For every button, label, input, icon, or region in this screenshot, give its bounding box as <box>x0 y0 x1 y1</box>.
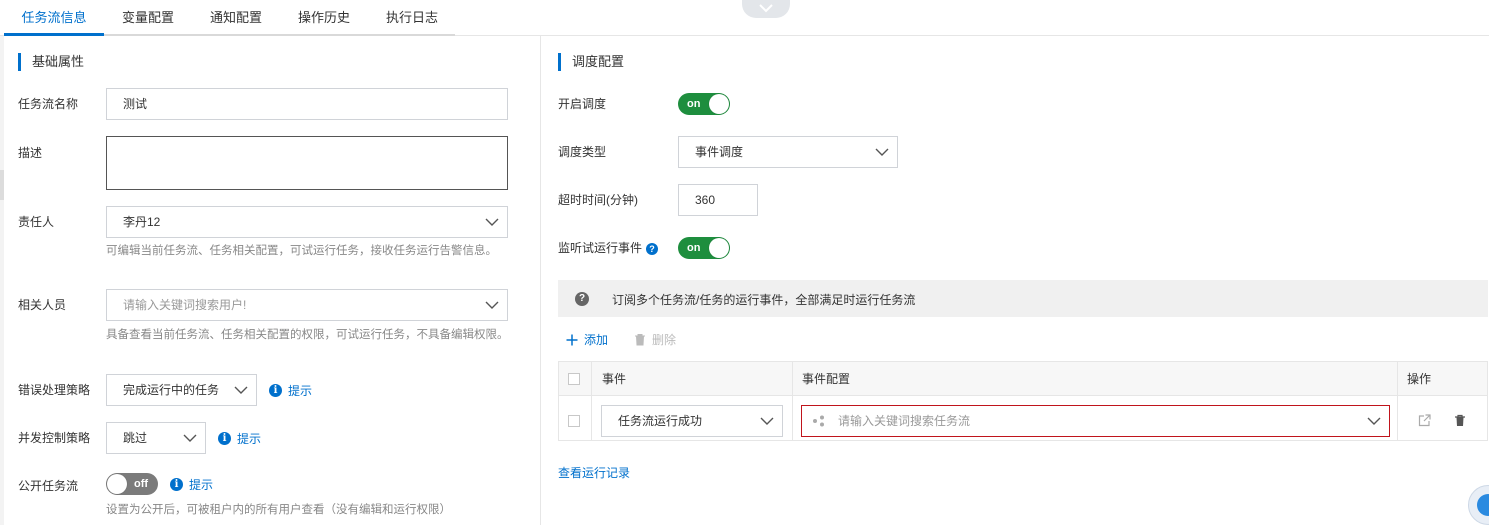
question-icon: ? <box>575 292 589 306</box>
listen-test-run-label: 监听试运行事件? <box>558 240 659 256</box>
description-label: 描述 <box>18 146 43 160</box>
public-hint: 设置为公开后，可被租户内的所有用户查看（没有编辑和运行权限） <box>106 504 451 516</box>
enable-schedule-label: 开启调度 <box>558 97 607 111</box>
name-input[interactable]: 测试 <box>106 88 508 120</box>
chevron-down-icon <box>760 417 774 425</box>
tab-variables[interactable]: 变量配置 <box>104 0 192 36</box>
timeout-input[interactable]: 360 <box>678 184 758 216</box>
add-button[interactable]: 添加 <box>566 331 608 348</box>
assistant-icon <box>1477 494 1489 516</box>
toggle-state: off <box>134 478 149 490</box>
chevron-down-icon <box>1367 417 1381 425</box>
owner-value: 李丹12 <box>123 215 161 229</box>
listen-test-run-toggle[interactable]: on <box>678 237 730 259</box>
tab-operation-history[interactable]: 操作历史 <box>280 0 368 36</box>
collapse-handle[interactable] <box>742 0 790 18</box>
chevron-down-icon <box>485 301 499 309</box>
tab-workflow-info[interactable]: 任务流信息 <box>4 0 104 36</box>
info-icon: i <box>269 384 282 397</box>
error-policy-tip[interactable]: i 提示 <box>269 382 312 399</box>
trash-icon <box>635 334 645 346</box>
event-config-select[interactable]: 请输入关键词搜索任务流 <box>801 405 1390 437</box>
schedule-type-value: 事件调度 <box>695 145 744 159</box>
error-policy-label: 错误处理策略 <box>18 383 91 397</box>
public-label: 公开任务流 <box>18 479 79 493</box>
header-event-config: 事件配置 <box>802 372 851 386</box>
basic-section-title: 基础属性 <box>18 53 84 71</box>
tab-notifications[interactable]: 通知配置 <box>192 0 280 36</box>
tab-execution-log[interactable]: 执行日志 <box>368 0 456 36</box>
related-hint: 具备查看当前任务流、任务相关配置的权限，可试运行任务，不具备编辑权限。 <box>106 329 509 341</box>
public-tip[interactable]: i 提示 <box>170 476 213 493</box>
info-icon: i <box>170 478 183 491</box>
info-icon: i <box>218 432 231 445</box>
concurrency-label: 并发控制策略 <box>18 431 91 445</box>
toggle-knob <box>107 474 127 494</box>
description-textarea[interactable] <box>106 136 508 190</box>
owner-label: 责任人 <box>18 215 55 229</box>
chevron-down-icon <box>759 4 773 13</box>
concurrency-tip[interactable]: i 提示 <box>218 430 261 447</box>
add-label: 添加 <box>584 333 609 347</box>
toggle-state: on <box>687 98 701 110</box>
error-policy-value: 完成运行中的任务 <box>123 383 220 397</box>
timeout-label: 超时时间(分钟) <box>558 193 638 207</box>
row-checkbox[interactable] <box>568 415 580 427</box>
plus-icon <box>566 334 578 345</box>
trash-icon[interactable] <box>1454 414 1466 427</box>
chevron-down-icon <box>485 218 499 226</box>
concurrency-tip-label: 提示 <box>237 432 262 446</box>
event-config-placeholder: 请输入关键词搜索任务流 <box>838 414 971 428</box>
toggle-knob <box>709 94 729 114</box>
concurrency-value: 跳过 <box>123 431 148 445</box>
active-tab-indicator <box>4 33 104 36</box>
event-select[interactable]: 任务流运行成功 <box>601 405 783 437</box>
select-all-checkbox[interactable] <box>568 373 580 385</box>
related-users-select[interactable]: 请输入关键词搜索用户! <box>106 289 508 321</box>
owner-select[interactable]: 李丹12 <box>106 206 508 238</box>
left-edge-bar <box>0 36 4 525</box>
external-link-icon[interactable] <box>1418 414 1431 427</box>
error-policy-select[interactable]: 完成运行中的任务 <box>106 374 257 406</box>
concurrency-select[interactable]: 跳过 <box>106 422 206 454</box>
delete-button[interactable]: 删除 <box>634 331 676 348</box>
schedule-type-select[interactable]: 事件调度 <box>678 136 898 168</box>
event-table: 事件 事件配置 操作 任务流运行成功 请输入关键词搜索任务流 <box>558 361 1488 441</box>
owner-hint: 可编辑当前任务流、任务相关配置，可试运行任务，接收任务运行告警信息。 <box>106 245 497 257</box>
schedule-type-label: 调度类型 <box>558 145 607 159</box>
delete-label: 删除 <box>652 333 677 347</box>
listen-test-run-text: 监听试运行事件 <box>558 241 643 255</box>
help-icon[interactable]: ? <box>646 242 659 255</box>
header-event: 事件 <box>602 372 627 386</box>
column-divider <box>1397 362 1398 440</box>
related-label: 相关人员 <box>18 298 67 312</box>
related-users-placeholder: 请输入关键词搜索用户! <box>123 298 247 312</box>
header-actions: 操作 <box>1407 372 1432 386</box>
toggle-state: on <box>687 242 701 254</box>
column-divider <box>591 362 592 440</box>
error-policy-tip-label: 提示 <box>288 384 313 398</box>
event-value: 任务流运行成功 <box>618 414 703 428</box>
enable-schedule-toggle[interactable]: on <box>678 93 730 115</box>
schedule-section-title: 调度配置 <box>558 53 624 71</box>
column-divider <box>792 362 793 440</box>
assistant-avatar[interactable] <box>1468 485 1489 525</box>
left-edge-handle[interactable] <box>0 170 4 200</box>
view-run-records-link[interactable]: 查看运行记录 <box>558 464 630 481</box>
tab-bar-line <box>104 34 455 36</box>
notice-text: 订阅多个任务流/任务的运行事件，全部满足时运行任务流 <box>612 293 916 307</box>
chevron-down-icon <box>234 386 248 394</box>
chevron-down-icon <box>183 434 197 442</box>
subscription-notice: ? 订阅多个任务流/任务的运行事件，全部满足时运行任务流 <box>558 280 1488 317</box>
panel-divider <box>540 36 541 525</box>
table-header: 事件 事件配置 操作 <box>559 362 1487 396</box>
public-toggle[interactable]: off <box>106 473 158 495</box>
toggle-knob <box>709 238 729 258</box>
public-tip-label: 提示 <box>189 478 214 492</box>
workflow-icon <box>813 415 824 427</box>
name-label: 任务流名称 <box>18 97 79 111</box>
chevron-down-icon <box>875 148 889 156</box>
